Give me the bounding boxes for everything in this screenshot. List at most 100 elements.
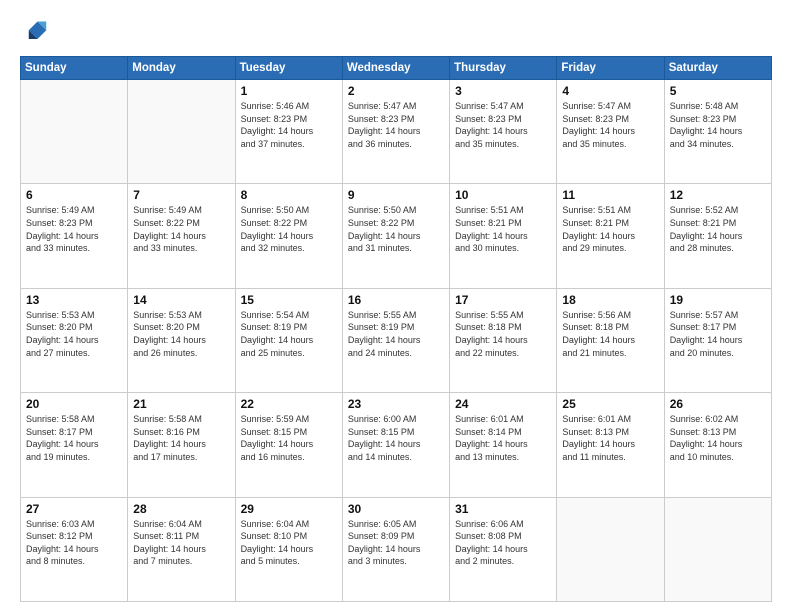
day-info: Sunrise: 5:53 AM Sunset: 8:20 PM Dayligh… (26, 309, 122, 359)
calendar-cell: 20 Sunrise: 5:58 AM Sunset: 8:17 PM Dayli… (21, 393, 128, 497)
calendar-cell: 6 Sunrise: 5:49 AM Sunset: 8:23 PM Daylig… (21, 184, 128, 288)
day-number: 19 (670, 293, 766, 307)
weekday-thursday: Thursday (450, 57, 557, 80)
calendar-cell: 13 Sunrise: 5:53 AM Sunset: 8:20 PM Dayli… (21, 288, 128, 392)
calendar: SundayMondayTuesdayWednesdayThursdayFrid… (20, 56, 772, 602)
day-number: 3 (455, 84, 551, 98)
day-number: 7 (133, 188, 229, 202)
day-number: 1 (241, 84, 337, 98)
week-row-5: 27 Sunrise: 6:03 AM Sunset: 8:12 PM Dayli… (21, 497, 772, 601)
weekday-sunday: Sunday (21, 57, 128, 80)
calendar-cell: 26 Sunrise: 6:02 AM Sunset: 8:13 PM Dayli… (664, 393, 771, 497)
day-info: Sunrise: 5:51 AM Sunset: 8:21 PM Dayligh… (455, 204, 551, 254)
calendar-cell: 15 Sunrise: 5:54 AM Sunset: 8:19 PM Dayli… (235, 288, 342, 392)
day-info: Sunrise: 6:03 AM Sunset: 8:12 PM Dayligh… (26, 518, 122, 568)
calendar-cell: 12 Sunrise: 5:52 AM Sunset: 8:21 PM Dayli… (664, 184, 771, 288)
day-number: 18 (562, 293, 658, 307)
logo (20, 18, 52, 46)
day-number: 6 (26, 188, 122, 202)
calendar-cell (21, 80, 128, 184)
day-info: Sunrise: 5:58 AM Sunset: 8:16 PM Dayligh… (133, 413, 229, 463)
calendar-cell: 14Sunrise: 5:53 AM Sunset: 8:20 PM Dayli… (128, 288, 235, 392)
calendar-cell (557, 497, 664, 601)
week-row-3: 13 Sunrise: 5:53 AM Sunset: 8:20 PM Dayli… (21, 288, 772, 392)
day-info: Sunrise: 6:00 AM Sunset: 8:15 PM Dayligh… (348, 413, 444, 463)
day-number: 15 (241, 293, 337, 307)
day-number: 25 (562, 397, 658, 411)
day-number: 11 (562, 188, 658, 202)
calendar-cell: 16Sunrise: 5:55 AM Sunset: 8:19 PM Dayli… (342, 288, 449, 392)
calendar-cell: 21 Sunrise: 5:58 AM Sunset: 8:16 PM Dayli… (128, 393, 235, 497)
week-row-1: 1 Sunrise: 5:46 AM Sunset: 8:23 PM Daylig… (21, 80, 772, 184)
day-number: 27 (26, 502, 122, 516)
calendar-cell: 23Sunrise: 6:00 AM Sunset: 8:15 PM Dayli… (342, 393, 449, 497)
week-row-4: 20 Sunrise: 5:58 AM Sunset: 8:17 PM Dayli… (21, 393, 772, 497)
day-info: Sunrise: 5:47 AM Sunset: 8:23 PM Dayligh… (348, 100, 444, 150)
calendar-cell: 30 Sunrise: 6:05 AM Sunset: 8:09 PM Dayli… (342, 497, 449, 601)
day-info: Sunrise: 6:04 AM Sunset: 8:10 PM Dayligh… (241, 518, 337, 568)
day-number: 16 (348, 293, 444, 307)
calendar-cell: 8Sunrise: 5:50 AM Sunset: 8:22 PM Daylig… (235, 184, 342, 288)
day-info: Sunrise: 5:47 AM Sunset: 8:23 PM Dayligh… (562, 100, 658, 150)
day-info: Sunrise: 6:01 AM Sunset: 8:13 PM Dayligh… (562, 413, 658, 463)
day-info: Sunrise: 5:52 AM Sunset: 8:21 PM Dayligh… (670, 204, 766, 254)
weekday-monday: Monday (128, 57, 235, 80)
calendar-cell: 10 Sunrise: 5:51 AM Sunset: 8:21 PM Dayli… (450, 184, 557, 288)
calendar-cell: 29 Sunrise: 6:04 AM Sunset: 8:10 PM Dayli… (235, 497, 342, 601)
weekday-tuesday: Tuesday (235, 57, 342, 80)
calendar-cell: 11 Sunrise: 5:51 AM Sunset: 8:21 PM Dayli… (557, 184, 664, 288)
calendar-cell (128, 80, 235, 184)
day-info: Sunrise: 5:49 AM Sunset: 8:23 PM Dayligh… (26, 204, 122, 254)
calendar-cell: 17 Sunrise: 5:55 AM Sunset: 8:18 PM Dayli… (450, 288, 557, 392)
calendar-cell: 5 Sunrise: 5:48 AM Sunset: 8:23 PM Daylig… (664, 80, 771, 184)
day-info: Sunrise: 6:02 AM Sunset: 8:13 PM Dayligh… (670, 413, 766, 463)
calendar-cell: 27 Sunrise: 6:03 AM Sunset: 8:12 PM Dayli… (21, 497, 128, 601)
day-number: 29 (241, 502, 337, 516)
calendar-cell: 31 Sunrise: 6:06 AM Sunset: 8:08 PM Dayli… (450, 497, 557, 601)
calendar-cell: 22Sunrise: 5:59 AM Sunset: 8:15 PM Dayli… (235, 393, 342, 497)
calendar-cell: 2 Sunrise: 5:47 AM Sunset: 8:23 PM Daylig… (342, 80, 449, 184)
day-number: 17 (455, 293, 551, 307)
calendar-cell: 4 Sunrise: 5:47 AM Sunset: 8:23 PM Daylig… (557, 80, 664, 184)
calendar-cell: 9Sunrise: 5:50 AM Sunset: 8:22 PM Daylig… (342, 184, 449, 288)
logo-icon (20, 18, 48, 46)
day-info: Sunrise: 5:46 AM Sunset: 8:23 PM Dayligh… (241, 100, 337, 150)
day-number: 5 (670, 84, 766, 98)
week-row-2: 6 Sunrise: 5:49 AM Sunset: 8:23 PM Daylig… (21, 184, 772, 288)
day-info: Sunrise: 5:58 AM Sunset: 8:17 PM Dayligh… (26, 413, 122, 463)
day-info: Sunrise: 5:54 AM Sunset: 8:19 PM Dayligh… (241, 309, 337, 359)
day-info: Sunrise: 5:47 AM Sunset: 8:23 PM Dayligh… (455, 100, 551, 150)
day-number: 20 (26, 397, 122, 411)
day-number: 13 (26, 293, 122, 307)
day-info: Sunrise: 5:56 AM Sunset: 8:18 PM Dayligh… (562, 309, 658, 359)
day-number: 24 (455, 397, 551, 411)
day-info: Sunrise: 5:48 AM Sunset: 8:23 PM Dayligh… (670, 100, 766, 150)
day-number: 14 (133, 293, 229, 307)
day-info: Sunrise: 5:59 AM Sunset: 8:15 PM Dayligh… (241, 413, 337, 463)
day-number: 26 (670, 397, 766, 411)
day-info: Sunrise: 6:05 AM Sunset: 8:09 PM Dayligh… (348, 518, 444, 568)
day-number: 21 (133, 397, 229, 411)
calendar-cell: 24Sunrise: 6:01 AM Sunset: 8:14 PM Dayli… (450, 393, 557, 497)
day-number: 9 (348, 188, 444, 202)
day-number: 4 (562, 84, 658, 98)
page: SundayMondayTuesdayWednesdayThursdayFrid… (0, 0, 792, 612)
header (20, 18, 772, 46)
day-number: 12 (670, 188, 766, 202)
day-info: Sunrise: 6:06 AM Sunset: 8:08 PM Dayligh… (455, 518, 551, 568)
weekday-wednesday: Wednesday (342, 57, 449, 80)
day-info: Sunrise: 5:51 AM Sunset: 8:21 PM Dayligh… (562, 204, 658, 254)
calendar-cell: 3 Sunrise: 5:47 AM Sunset: 8:23 PM Daylig… (450, 80, 557, 184)
day-number: 30 (348, 502, 444, 516)
weekday-friday: Friday (557, 57, 664, 80)
day-number: 2 (348, 84, 444, 98)
day-info: Sunrise: 5:49 AM Sunset: 8:22 PM Dayligh… (133, 204, 229, 254)
day-number: 10 (455, 188, 551, 202)
calendar-cell: 25 Sunrise: 6:01 AM Sunset: 8:13 PM Dayli… (557, 393, 664, 497)
calendar-cell: 7 Sunrise: 5:49 AM Sunset: 8:22 PM Daylig… (128, 184, 235, 288)
calendar-cell: 18 Sunrise: 5:56 AM Sunset: 8:18 PM Dayli… (557, 288, 664, 392)
day-number: 31 (455, 502, 551, 516)
calendar-cell (664, 497, 771, 601)
weekday-header-row: SundayMondayTuesdayWednesdayThursdayFrid… (21, 57, 772, 80)
day-info: Sunrise: 5:55 AM Sunset: 8:18 PM Dayligh… (455, 309, 551, 359)
